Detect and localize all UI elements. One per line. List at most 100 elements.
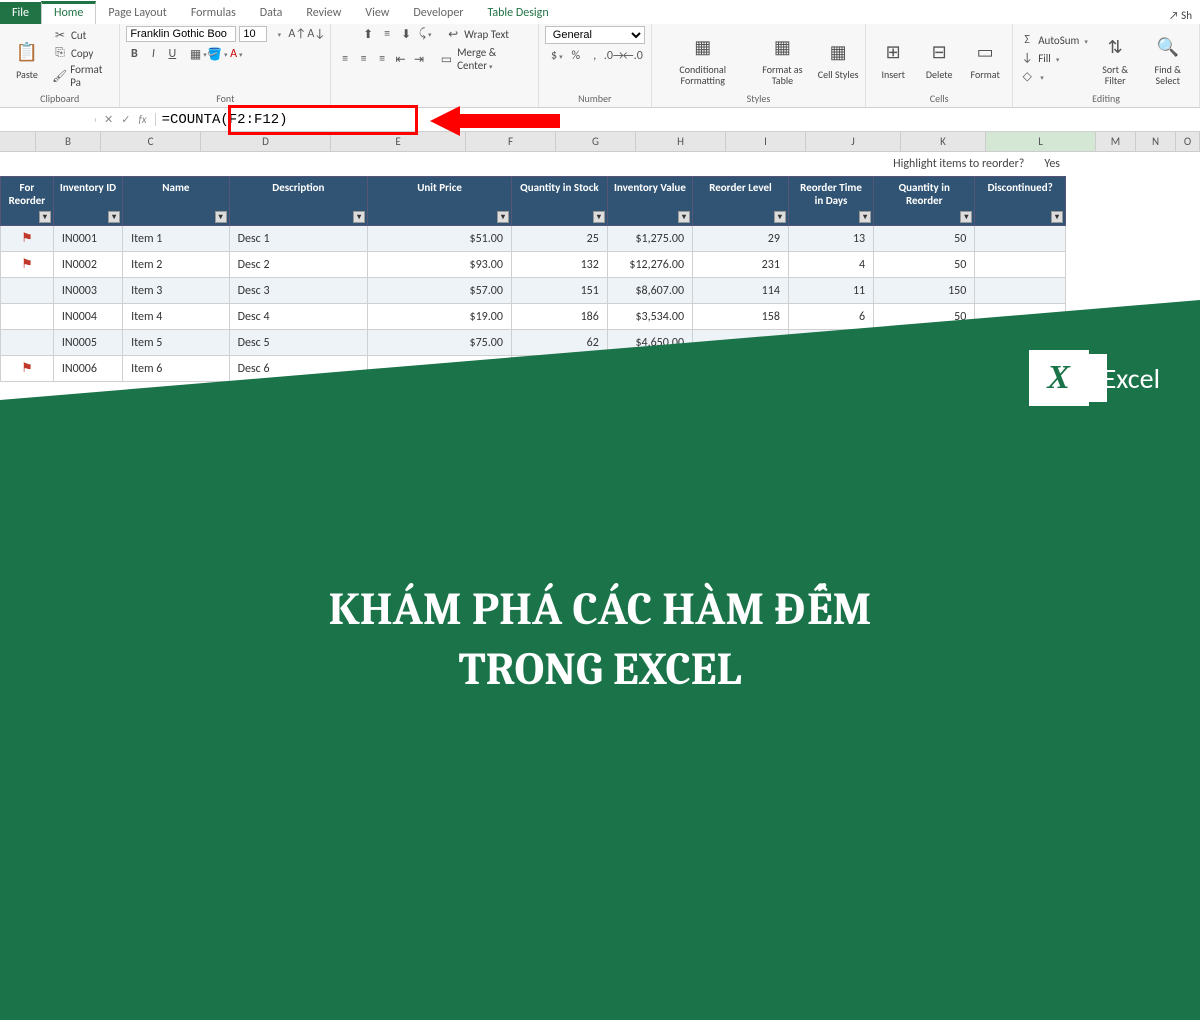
insert-cells-button[interactable]: ⊞Insert (872, 36, 914, 80)
formula-input[interactable]: =COUNTA(F2:F12) (156, 110, 1200, 130)
cell-rdays[interactable]: 13 (788, 226, 873, 252)
th-qty-reorder[interactable]: Quantity in Reorder▾ (874, 177, 975, 226)
copy-button[interactable]: ⎘Copy (52, 45, 113, 61)
cell-styles-button[interactable]: ▦Cell Styles (817, 36, 859, 80)
cell-qty[interactable]: 186 (511, 304, 607, 330)
tab-view[interactable]: View (353, 2, 401, 24)
align-top-icon[interactable]: ⬆ (360, 26, 376, 42)
cell-qty[interactable]: 132 (511, 252, 607, 278)
cell-price[interactable]: $51.00 (368, 226, 512, 252)
cell-id[interactable]: IN0002 (53, 252, 122, 278)
cell-id[interactable]: IN0003 (53, 278, 122, 304)
cell-rlvl[interactable]: 29 (693, 226, 789, 252)
font-color-button[interactable]: A (228, 46, 244, 62)
cell-rqty[interactable]: 50 (874, 252, 975, 278)
indent-decrease-icon[interactable]: ⇤ (393, 51, 409, 67)
th-description[interactable]: Description▾ (229, 177, 368, 226)
cell-rqty[interactable]: 50 (874, 226, 975, 252)
tab-review[interactable]: Review (294, 2, 353, 24)
increase-decimal-icon[interactable]: .0→ (606, 48, 622, 64)
cell-rlvl[interactable]: 114 (693, 278, 789, 304)
col-header[interactable]: C (101, 132, 201, 151)
filter-icon[interactable]: ▾ (353, 211, 365, 223)
font-size-dropdown-icon[interactable] (270, 26, 286, 42)
cell-rdays[interactable]: 6 (788, 304, 873, 330)
th-inventory-id[interactable]: Inventory ID▾ (53, 177, 122, 226)
align-left-icon[interactable]: ≡ (337, 51, 353, 67)
cell-name[interactable]: Item 3 (123, 278, 230, 304)
delete-cells-button[interactable]: ⊟Delete (918, 36, 960, 80)
cell-flag[interactable]: ⚑ (1, 226, 54, 252)
cell-desc[interactable]: Desc 1 (229, 226, 368, 252)
cell-price[interactable]: $93.00 (368, 252, 512, 278)
col-header[interactable]: H (636, 132, 726, 151)
cell-disc[interactable] (975, 278, 1066, 304)
align-right-icon[interactable]: ≡ (374, 51, 390, 67)
filter-icon[interactable]: ▾ (593, 211, 605, 223)
filter-icon[interactable]: ▾ (774, 211, 786, 223)
orientation-icon[interactable]: ⤹ (417, 26, 433, 42)
percent-icon[interactable]: % (568, 48, 584, 64)
filter-icon[interactable]: ▾ (678, 211, 690, 223)
number-format-select[interactable]: General (545, 26, 645, 44)
cell-id[interactable]: IN0004 (53, 304, 122, 330)
cell-value[interactable]: $8,607.00 (607, 278, 692, 304)
cancel-formula-icon[interactable]: ✕ (104, 113, 113, 126)
fill-button[interactable]: ↓Fill (1019, 50, 1088, 66)
th-name[interactable]: Name▾ (123, 177, 230, 226)
decrease-font-icon[interactable]: A↓ (308, 26, 324, 42)
conditional-formatting-button[interactable]: ▦Conditional Formatting (658, 31, 748, 86)
col-header[interactable]: D (201, 132, 331, 151)
th-inventory-value[interactable]: Inventory Value▾ (607, 177, 692, 226)
cell-rqty[interactable]: 150 (874, 278, 975, 304)
filter-icon[interactable]: ▾ (1051, 211, 1063, 223)
cell-id[interactable]: IN0001 (53, 226, 122, 252)
cell-flag[interactable] (1, 278, 54, 304)
font-size-input[interactable] (239, 26, 267, 42)
name-box[interactable] (0, 118, 96, 122)
cell-name[interactable]: Item 6 (123, 356, 230, 382)
th-discontinued[interactable]: Discontinued?▾ (975, 177, 1066, 226)
align-bottom-icon[interactable]: ⬇ (398, 26, 414, 42)
format-as-table-button[interactable]: ▦Format as Table (752, 31, 814, 86)
cell-flag[interactable]: ⚑ (1, 252, 54, 278)
col-header[interactable]: L (986, 132, 1096, 151)
find-select-button[interactable]: 🔍Find & Select (1142, 31, 1193, 86)
italic-button[interactable]: I (145, 46, 161, 62)
cell-rlvl[interactable]: 158 (693, 304, 789, 330)
fx-icon[interactable]: fx (138, 113, 146, 126)
font-name-input[interactable] (126, 26, 236, 42)
cell-rlvl[interactable]: 231 (693, 252, 789, 278)
col-header[interactable]: O (1176, 132, 1200, 151)
cell-value[interactable]: $12,276.00 (607, 252, 692, 278)
filter-icon[interactable]: ▾ (960, 211, 972, 223)
cell-id[interactable]: IN0006 (53, 356, 122, 382)
cell-disc[interactable] (975, 226, 1066, 252)
col-header[interactable]: N (1136, 132, 1176, 151)
enter-formula-icon[interactable]: ✓ (121, 113, 130, 126)
th-qty-stock[interactable]: Quantity in Stock▾ (511, 177, 607, 226)
format-cells-button[interactable]: ▭Format (964, 36, 1006, 80)
border-button[interactable]: ▦ (190, 46, 206, 62)
cell-id[interactable]: IN0005 (53, 330, 122, 356)
cell-qty[interactable]: 151 (511, 278, 607, 304)
indent-increase-icon[interactable]: ⇥ (411, 51, 427, 67)
cell-disc[interactable] (975, 252, 1066, 278)
clear-button[interactable]: ◇ (1019, 68, 1088, 84)
tab-developer[interactable]: Developer (401, 2, 475, 24)
tab-data[interactable]: Data (248, 2, 295, 24)
cell-price[interactable]: $19.00 (368, 304, 512, 330)
th-reorder-days[interactable]: Reorder Time in Days▾ (788, 177, 873, 226)
merge-center-button[interactable]: Merge & Center (457, 46, 532, 72)
cell-flag[interactable] (1, 330, 54, 356)
align-center-icon[interactable]: ≡ (356, 51, 372, 67)
tab-table-design[interactable]: Table Design (475, 2, 560, 24)
tab-formulas[interactable]: Formulas (179, 2, 248, 24)
currency-icon[interactable]: $ (549, 48, 565, 64)
align-middle-icon[interactable]: ≡ (379, 26, 395, 42)
decrease-decimal-icon[interactable]: ←.0 (625, 48, 641, 64)
col-header[interactable]: K (901, 132, 986, 151)
th-reorder-level[interactable]: Reorder Level▾ (693, 177, 789, 226)
cell-desc[interactable]: Desc 4 (229, 304, 368, 330)
cell-flag[interactable] (1, 304, 54, 330)
